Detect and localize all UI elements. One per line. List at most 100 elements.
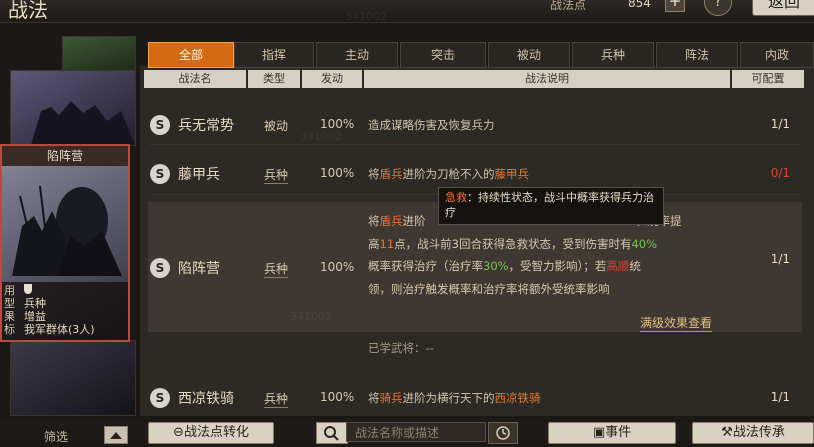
skill-desc: 将盾兵进阶为刀枪不入的藤甲兵 [368,166,529,182]
search-input[interactable]: 战法名称或描述 [346,422,486,442]
desc-text: 高 [368,236,380,251]
skill-name: 西凉铁骑 [178,391,234,407]
clock-icon [496,426,510,440]
event-label: 事件 [605,425,632,440]
desc-text: 进阶为刀枪不入的 [402,167,495,181]
inherit-label: 战法传承 [732,425,785,440]
watermark: 341002 [300,130,342,143]
tooltip-text: ：持续性状态，战斗中概率获得兵力治疗 [445,191,654,219]
learned-generals: 已学武将：-- [368,341,434,355]
desc-keyword: 骑兵 [379,391,403,405]
rank-s-icon: S [150,388,170,408]
skill-name: 藤甲兵 [178,167,220,183]
general-portrait-bottom[interactable] [10,340,136,416]
col-count: 可配置 [732,70,804,88]
status-tooltip: 急救：持续性状态，战斗中概率获得兵力治疗 [438,187,664,225]
col-rate: 发动 [302,70,362,88]
desc-text: 概率获得治疗（治疗率 [368,259,483,273]
trigger-rate: 100% [320,166,355,180]
watermark: 341002 [290,310,332,323]
trigger-rate: 100% [320,390,355,404]
col-name: 战法名 [144,70,246,88]
top-bar [0,0,814,23]
desc-line: 高11点，战斗前3回合获得急救状态，受到伤害时有40% [368,233,748,256]
skill-type: 兵种 [264,392,289,408]
table-row[interactable]: S 西凉铁骑 兵种 100% 将骑兵进阶为横行天下的西凉铁骑 1/1 [150,386,800,416]
filter-label: 筛选 [44,430,69,444]
card-info-label: 型 [4,297,15,310]
card-info-value: 增益 [24,310,46,323]
desc-text: 将 [368,391,380,405]
desc-keyword: 盾兵 [379,214,403,228]
tab-all[interactable]: 全部 [148,42,234,68]
skill-desc: 将骑兵进阶为横行天下的西凉铁骑 [368,390,541,406]
max-level-effect-link[interactable]: 满级效果查看 [640,314,713,332]
event-icon: ▣ [592,425,606,440]
trigger-rate: 100% [320,117,355,131]
filter-toggle-icon[interactable] [104,426,128,444]
tab-passive[interactable]: 被动 [488,42,570,68]
card-info-label: 果 [4,310,15,323]
config-count: 1/1 [770,390,790,404]
desc-number: 11 [379,236,395,251]
tab-assault[interactable]: 突击 [400,42,486,68]
back-button[interactable]: 返回 [752,0,814,16]
config-count: 0/1 [770,166,790,180]
table-row[interactable]: S 兵无常势 被动 100% 造成谋略伤害及恢复兵力 1/1 [150,106,800,145]
watermark: 341002 [560,250,602,263]
table-header: 战法名 类型 发动 战法说明 可配置 [144,70,804,88]
desc-text: 将 [368,214,380,228]
inherit-skill-button[interactable]: ⚒战法传承 [692,422,814,444]
desc-keyword: 高顺 [606,259,630,273]
general-portrait[interactable] [10,70,136,146]
history-button[interactable] [488,422,518,444]
convert-points-button[interactable]: ⊖战法点转化 [148,422,274,444]
desc-line: 领，则治疗触发概率和治疗率将额外受统率影响 [368,281,610,296]
soldiers-art-icon [12,185,122,276]
skill-name: 兵无常势 [178,118,234,134]
event-button[interactable]: ▣事件 [548,422,676,444]
desc-keyword: 藤甲兵 [494,167,530,181]
desc-text: 将 [368,167,380,181]
points-label: 战法点 [550,0,587,12]
tab-troop[interactable]: 兵种 [572,42,654,68]
search-button[interactable] [316,422,348,444]
trigger-rate: 100% [320,260,355,274]
desc-keyword: 西凉铁骑 [494,391,541,405]
convert-icon: ⊖ [173,425,184,440]
soldier-silhouette-icon [31,101,135,145]
tab-active[interactable]: 主动 [316,42,398,68]
tooltip-key: 急救 [445,191,467,204]
desc-text: 统 [629,259,641,273]
shield-icon [24,284,32,294]
rank-s-icon: S [150,164,170,184]
tab-domestic[interactable]: 内政 [740,42,814,68]
skill-name: 陷阵营 [178,261,220,277]
card-info-label: 标 [4,323,15,336]
config-count: 1/1 [770,117,790,131]
config-count: 1/1 [770,252,790,266]
skill-type: 被动 [264,119,289,133]
add-points-button[interactable]: + [665,0,685,12]
tab-formation[interactable]: 阵法 [656,42,738,68]
col-desc: 战法说明 [364,70,730,88]
card-info-value: 兵种 [24,297,46,310]
card-title: 陷阵营 [2,146,128,166]
desc-line: 概率获得治疗（治疗率30%，受智力影响）；若高顺统 [368,255,748,278]
triangle-up-icon [110,432,122,439]
card-info-value: 我军群体(3人) [24,323,95,336]
tab-command[interactable]: 指挥 [234,42,314,68]
desc-keyword: 盾兵 [379,167,403,181]
page-title: 战法 [8,0,48,22]
selected-skill-card: 陷阵营 用 型 兵种 果 增益 标 我军群体(3人) [0,144,130,342]
search-icon [324,426,339,441]
rank-s-icon: S [150,115,170,135]
desc-number: 30% [483,259,509,273]
skill-type: 兵种 [264,168,289,184]
desc-text: 进阶为横行天下的 [402,391,495,405]
skill-type: 兵种 [264,262,289,278]
desc-text: 进阶 [402,214,426,228]
desc-number: 40% [631,236,658,251]
watermark: 341002 [345,10,387,23]
card-info: 用 型 兵种 果 增益 标 我军群体(3人) [2,282,128,340]
